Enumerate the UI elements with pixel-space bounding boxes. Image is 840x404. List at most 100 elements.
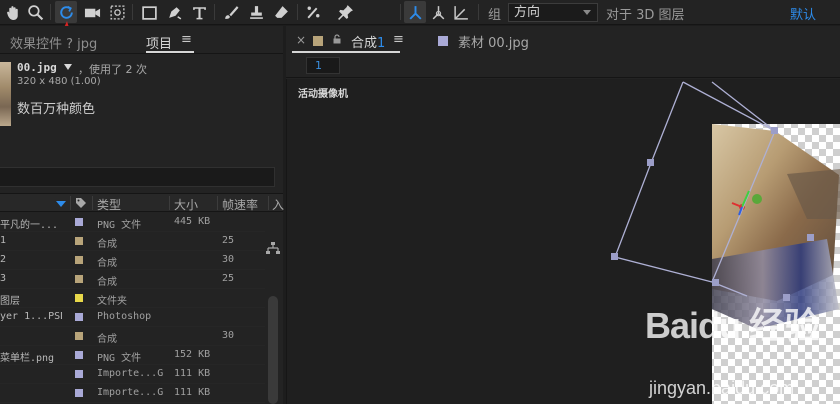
item-label-swatch[interactable]	[75, 351, 83, 359]
column-size[interactable]: 大小	[174, 196, 198, 213]
table-row[interactable]: 3 合成 25	[0, 270, 265, 289]
project-panel-menu-icon[interactable]: ≡	[181, 32, 192, 47]
table-row[interactable]: 图层 文件夹	[0, 289, 265, 308]
footage-dimensions: 320 x 480 (1.00)	[17, 76, 101, 87]
item-name: yer 1...PSD	[0, 311, 62, 322]
item-label-swatch[interactable]	[75, 370, 83, 378]
direction-select[interactable]: 方向	[508, 3, 598, 22]
item-frame-rate: 30	[222, 330, 235, 341]
sort-descending-icon[interactable]	[56, 201, 66, 207]
item-size: 111 KB	[174, 387, 211, 398]
usage-dropdown-icon[interactable]	[64, 64, 72, 70]
tab-footage[interactable]: 素材 00.jpg	[458, 32, 529, 51]
item-name: 菜单栏.png	[0, 353, 55, 364]
zoom-tool-icon[interactable]	[24, 1, 46, 23]
item-label-swatch[interactable]	[75, 294, 83, 302]
watermark-logo: Baidu 经验	[645, 305, 820, 346]
footage-name: 00.jpg	[17, 61, 57, 74]
item-name: 1	[0, 235, 7, 246]
flowchart-icon[interactable]	[266, 242, 280, 254]
footage-label-swatch	[438, 36, 448, 46]
item-type: Importe...G	[97, 387, 164, 398]
item-label-swatch[interactable]	[75, 275, 83, 283]
tab-project[interactable]: 项目	[146, 33, 172, 52]
item-label-swatch[interactable]	[75, 313, 83, 321]
table-row[interactable]: Importe...G 111 KB	[0, 384, 265, 403]
comp-name: 合成	[351, 36, 378, 51]
table-row[interactable]: yer 1...PSD Photoshop	[0, 308, 265, 327]
footage-usage: ，使用了 2 次	[78, 63, 147, 76]
composition-viewer[interactable]: 活动摄像机 Baidu 经验 jingyan.baidu.com	[286, 79, 840, 404]
clone-stamp-tool-icon[interactable]	[245, 1, 267, 23]
table-row[interactable]: 1 合成 25	[0, 232, 265, 251]
camera-tool-icon[interactable]	[81, 1, 103, 23]
align-3d-label: 对于 3D 图层	[606, 8, 685, 23]
comp-label-swatch	[313, 36, 323, 46]
pan-behind-tool-icon[interactable]	[106, 1, 128, 23]
tab-effect-controls[interactable]: 效果控件 ? jpg	[10, 33, 97, 52]
project-item-list: 平凡的一... PNG 文件 445 KB 1 合成 25 2 合成 30 3 合成 25 图层 文件夹 y…	[0, 213, 265, 403]
eraser-tool-icon[interactable]	[270, 1, 292, 23]
default-workspace-button[interactable]: 默认	[790, 4, 816, 23]
comp-number: 1	[377, 36, 386, 51]
table-row[interactable]: 平凡的一... PNG 文件 445 KB	[0, 213, 265, 232]
watermark-url: jingyan.baidu.com	[649, 378, 795, 398]
project-scrollbar-thumb[interactable]	[268, 296, 278, 404]
project-panel: 效果控件 ? jpg 项目 ≡ 00.jpg ，使用了 2 次 320 x 48…	[0, 26, 284, 404]
item-name: 3	[0, 273, 7, 284]
text-tool-icon[interactable]	[188, 1, 210, 23]
item-type: 合成	[97, 239, 117, 250]
pen-tool-icon[interactable]	[163, 1, 185, 23]
label-column-icon[interactable]	[75, 197, 87, 212]
tab-active-indicator	[146, 51, 194, 53]
tab-active-indicator	[292, 51, 400, 53]
column-in-point[interactable]: 入	[272, 196, 284, 213]
item-label-swatch[interactable]	[75, 332, 83, 340]
table-row[interactable]: 合成 30	[0, 327, 265, 346]
item-type: PNG 文件	[97, 220, 142, 231]
close-tab-icon[interactable]: ×	[296, 33, 306, 47]
item-size: 445 KB	[174, 216, 211, 227]
hand-tool-icon[interactable]	[2, 1, 24, 23]
item-frame-rate: 25	[222, 235, 235, 246]
item-size: 111 KB	[174, 368, 211, 379]
comp-panel-menu-icon[interactable]: ≡	[393, 32, 404, 47]
comp-flowchart-row: 1	[286, 54, 840, 78]
item-type: Photoshop	[97, 311, 152, 322]
item-label-swatch[interactable]	[75, 218, 83, 226]
rectangle-tool-icon[interactable]	[138, 1, 160, 23]
world-axis-mode-icon[interactable]	[427, 1, 449, 23]
group-label: 组	[488, 8, 502, 23]
roto-brush-tool-icon[interactable]	[302, 1, 324, 23]
item-label-swatch[interactable]	[75, 256, 83, 264]
item-type: 合成	[97, 277, 117, 288]
project-column-header: 类型 大小 帧速率 入	[0, 193, 284, 213]
lock-icon[interactable]	[333, 34, 341, 47]
table-row[interactable]: 菜单栏.png PNG 文件 152 KB	[0, 346, 265, 365]
item-label-swatch[interactable]	[75, 237, 83, 245]
footage-color-depth: 数百万种颜色	[17, 102, 96, 117]
item-frame-rate: 30	[222, 254, 235, 265]
item-type: 合成	[97, 334, 117, 345]
composition-panel: × 合成1 ≡ 素材 00.jpg 1 活动摄像机 Baidu 经验 jingy…	[286, 26, 840, 404]
comp-sub-tab[interactable]: 1	[306, 57, 340, 74]
item-label-swatch[interactable]	[75, 389, 83, 397]
tab-composition[interactable]: 合成1	[351, 32, 385, 51]
item-type: 合成	[97, 258, 117, 269]
tool-bar: 组 方向 对于 3D 图层 默认	[0, 0, 840, 25]
local-axis-mode-icon[interactable]	[404, 1, 426, 23]
brush-tool-icon[interactable]	[219, 1, 241, 23]
project-search-input[interactable]	[0, 167, 275, 187]
item-name: 平凡的一...	[0, 220, 59, 231]
chevron-down-icon	[583, 10, 591, 15]
puppet-pin-tool-icon[interactable]	[334, 1, 356, 23]
column-frame-rate[interactable]: 帧速率	[222, 196, 258, 213]
column-type[interactable]: 类型	[97, 196, 121, 213]
table-row[interactable]: Importe...G 111 KB	[0, 365, 265, 384]
direction-select-value: 方向	[514, 5, 541, 20]
active-camera-label: 活动摄像机	[298, 89, 348, 100]
item-type: PNG 文件	[97, 353, 142, 364]
viewer-stage	[611, 81, 840, 404]
table-row[interactable]: 2 合成 30	[0, 251, 265, 270]
view-axis-mode-icon[interactable]	[450, 1, 472, 23]
